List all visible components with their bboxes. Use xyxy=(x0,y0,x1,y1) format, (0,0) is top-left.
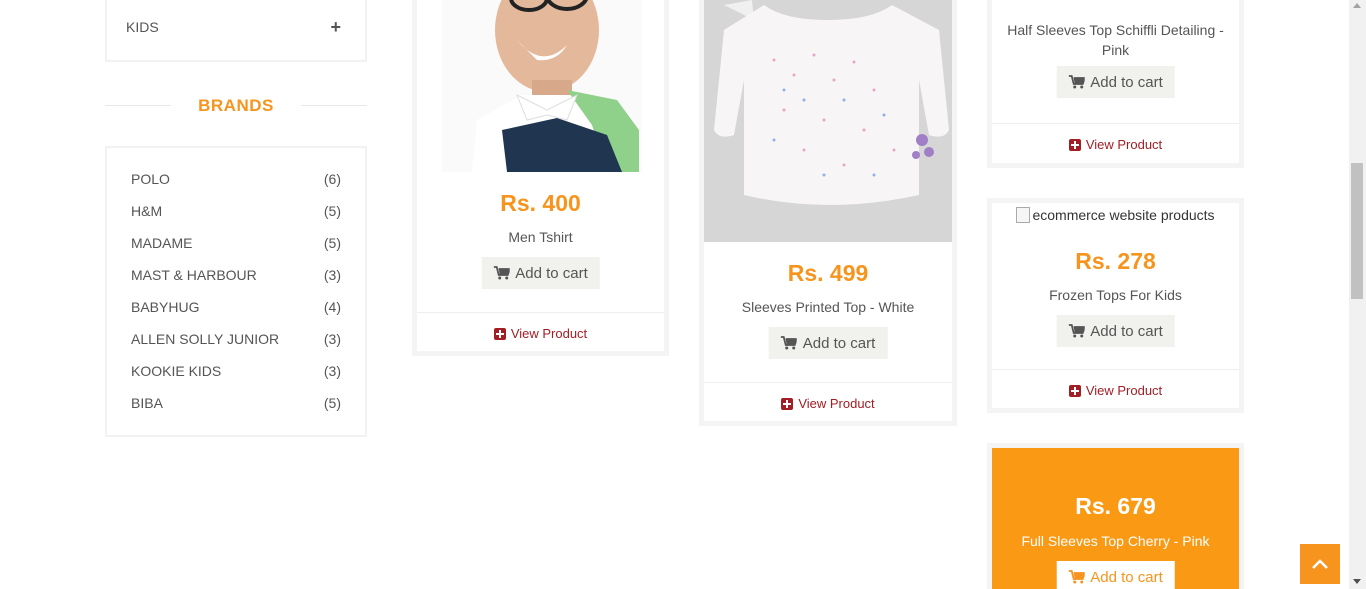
product-name[interactable]: Full Sleeves Top Cherry - Pink xyxy=(992,531,1239,551)
add-to-cart-button[interactable]: Add to cart xyxy=(1056,315,1175,347)
brand-name: BABYHUG xyxy=(131,299,200,315)
plus-square-icon xyxy=(781,397,794,410)
add-to-cart-button[interactable]: Add to cart xyxy=(481,257,600,289)
brand-count: (5) xyxy=(323,395,341,411)
brand-name: MADAME xyxy=(131,235,193,251)
product-image[interactable] xyxy=(704,0,952,242)
view-product-label: View Product xyxy=(1085,137,1163,152)
brand-name: POLO xyxy=(131,171,170,187)
add-to-cart-label: Add to cart xyxy=(1090,322,1163,340)
image-alt-text: ecommerce website products xyxy=(1032,207,1215,223)
brand-item[interactable]: BABYHUG (4) xyxy=(131,297,341,317)
product-card: Rs. 400 Men Tshirt Add to cart View Prod… xyxy=(412,0,669,356)
category-box: KIDS + xyxy=(105,0,367,62)
divider xyxy=(992,369,1239,370)
shopping-cart-icon xyxy=(1068,75,1085,89)
brands-heading: BRANDS xyxy=(105,92,367,120)
brand-item[interactable]: MAST & HARBOUR (3) xyxy=(131,265,341,285)
product-card: Rs. 499 Sleeves Printed Top - White Add … xyxy=(699,0,957,426)
category-row-kids[interactable]: KIDS + xyxy=(126,18,341,36)
scrollbar[interactable] xyxy=(1349,0,1366,589)
scroll-thumb[interactable] xyxy=(1351,163,1363,299)
brand-name: MAST & HARBOUR xyxy=(131,267,257,283)
view-product-label: View Product xyxy=(798,396,875,411)
shopping-cart-icon xyxy=(780,336,797,350)
category-label: KIDS xyxy=(126,19,159,35)
add-to-cart-button[interactable]: Add to cart xyxy=(768,327,888,359)
product-image[interactable] xyxy=(417,0,664,172)
scroll-down-arrow[interactable] xyxy=(1353,579,1361,584)
view-product-link[interactable]: View Product xyxy=(417,326,664,341)
view-product-link[interactable]: View Product xyxy=(704,396,952,411)
product-photo xyxy=(704,0,952,242)
brand-count: (4) xyxy=(323,299,341,315)
brand-count: (3) xyxy=(323,267,341,283)
scroll-to-top-button[interactable] xyxy=(1300,544,1340,584)
brand-item[interactable]: ALLEN SOLLY JUNIOR (3) xyxy=(131,329,341,349)
broken-image-icon xyxy=(1016,207,1031,223)
plus-icon[interactable]: + xyxy=(330,18,341,36)
brand-count: (3) xyxy=(323,363,341,379)
product-card: Half Sleeves Top Schiffli Detailing - Pi… xyxy=(987,0,1244,168)
brand-list: POLO (6) H&M (5) MADAME (5) MAST & HARBO… xyxy=(105,146,367,437)
shopping-cart-icon xyxy=(493,266,510,280)
divider xyxy=(704,382,952,383)
product-price: Rs. 400 xyxy=(500,190,581,216)
add-to-cart-label: Add to cart xyxy=(515,264,588,282)
product-name[interactable]: Men Tshirt xyxy=(417,227,664,247)
brand-count: (6) xyxy=(323,171,341,187)
product-price: Rs. 278 xyxy=(1075,248,1156,274)
shopping-cart-icon xyxy=(1068,324,1085,338)
brand-count: (5) xyxy=(323,235,341,251)
product-image[interactable]: ecommerce website products xyxy=(992,207,1239,223)
brand-count: (5) xyxy=(323,203,341,219)
product-card[interactable]: Rs. 679 Full Sleeves Top Cherry - Pink A… xyxy=(987,443,1244,589)
add-to-cart-label: Add to cart xyxy=(802,334,876,352)
brand-item[interactable]: POLO (6) xyxy=(131,169,341,189)
view-product-label: View Product xyxy=(1085,383,1163,398)
product-photo xyxy=(442,0,642,172)
brand-name: KOOKIE KIDS xyxy=(131,363,222,379)
brand-item[interactable]: KOOKIE KIDS (3) xyxy=(131,361,341,381)
add-to-cart-label: Add to cart xyxy=(1090,568,1163,586)
product-name[interactable]: Sleeves Printed Top - White xyxy=(704,297,952,317)
divider xyxy=(992,123,1239,124)
product-card: ecommerce website products Rs. 278 Froze… xyxy=(987,198,1244,413)
product-price: Rs. 499 xyxy=(787,260,869,286)
brand-name: ALLEN SOLLY JUNIOR xyxy=(131,331,280,347)
plus-square-icon xyxy=(1068,384,1081,397)
divider xyxy=(301,105,367,106)
shopping-cart-icon xyxy=(1068,570,1085,584)
brand-count: (3) xyxy=(323,331,341,347)
brand-item[interactable]: BIBA (5) xyxy=(131,393,341,413)
plus-square-icon xyxy=(493,327,506,340)
add-to-cart-button[interactable]: Add to cart xyxy=(1056,561,1175,589)
brand-name: BIBA xyxy=(131,395,163,411)
add-to-cart-label: Add to cart xyxy=(1090,73,1163,91)
scroll-up-arrow[interactable] xyxy=(1353,3,1361,8)
brand-item[interactable]: MADAME (5) xyxy=(131,233,341,253)
chevron-up-icon xyxy=(1312,559,1328,569)
product-name[interactable]: Frozen Tops For Kids xyxy=(992,285,1239,305)
add-to-cart-button[interactable]: Add to cart xyxy=(1056,66,1175,98)
view-product-link[interactable]: View Product xyxy=(992,137,1239,152)
product-price: Rs. 679 xyxy=(1075,493,1156,519)
page: KIDS + BRANDS POLO (6) H&M (5) MADAME (5… xyxy=(0,0,1366,589)
plus-square-icon xyxy=(1068,138,1081,151)
brand-item[interactable]: H&M (5) xyxy=(131,201,341,221)
view-product-link[interactable]: View Product xyxy=(992,383,1239,398)
product-name[interactable]: Half Sleeves Top Schiffli Detailing - Pi… xyxy=(992,20,1239,60)
brands-title: BRANDS xyxy=(198,96,274,115)
brand-name: H&M xyxy=(131,203,163,219)
view-product-label: View Product xyxy=(510,326,588,341)
divider xyxy=(417,312,664,313)
